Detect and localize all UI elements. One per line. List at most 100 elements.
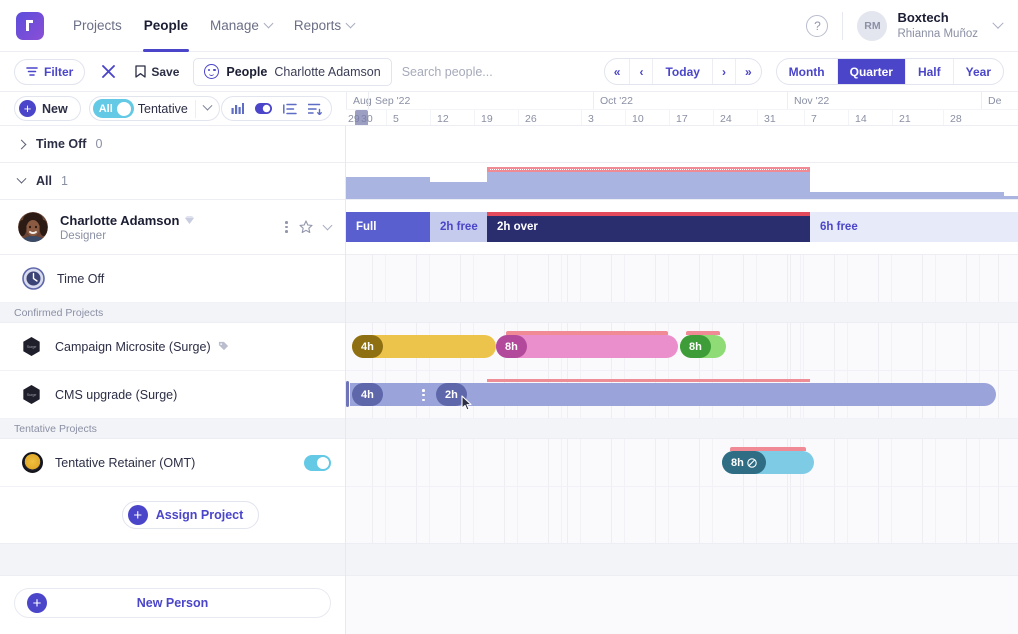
zoom-half-label: Half [917,64,941,79]
prev-button[interactable]: ‹ [630,59,654,84]
capacity-segment-free-light[interactable]: 6h free [810,212,1018,242]
filter-button[interactable]: Filter [14,58,86,85]
sort-icon[interactable] [308,103,322,115]
allocation-hours-chip: 8h [680,335,711,358]
project-name: Tentative Retainer (OMT) [55,455,196,470]
allocation-bar[interactable]: 8h [496,331,678,358]
nav-label-manage: Manage [210,18,259,33]
tentative-toggle[interactable] [304,454,331,471]
timeline-day[interactable]: 17 [669,110,688,125]
assign-project-button[interactable]: + Assign Project [121,501,260,529]
gem-icon [185,216,195,224]
save-button[interactable]: Save [135,65,179,79]
help-icon[interactable]: ? [806,14,829,37]
capacity-segment-full[interactable]: Full [346,212,430,242]
account-avatar[interactable]: RM [857,10,888,41]
scope-value: Charlotte Adamson [274,64,381,79]
timeline-day[interactable]: 19 [474,110,493,125]
row-time-off[interactable]: Time Off [0,255,345,303]
timeline-month-label: Oct '22 [600,94,633,107]
account-initials: RM [864,19,881,32]
jump-back-button[interactable]: « [605,59,631,84]
capacity-segment-over[interactable]: 2h over [487,212,810,242]
timeline-month: Sep '22 [368,92,593,109]
time-off-grid-row[interactable] [346,255,1018,303]
view-options-group [221,96,332,121]
nav-item-people[interactable]: People [133,0,199,52]
allocation-bar[interactable]: 4h [352,335,496,358]
star-icon[interactable] [299,220,313,234]
section-label-text: Confirmed Projects [14,306,104,319]
nav-item-reports[interactable]: Reports [283,0,365,52]
timeline-day[interactable]: 28 [943,110,962,125]
nav-label-reports: Reports [293,18,342,33]
chevron-down-icon[interactable] [992,17,1004,29]
timeline-month-label: Sep '22 [375,94,411,107]
allocation-bar[interactable]: 8h [722,447,814,474]
jump-forward-button[interactable]: » [736,59,761,84]
zoom-half-button[interactable]: Half [906,59,954,84]
zoom-year-button[interactable]: Year [954,59,1003,84]
more-options-icon[interactable] [285,221,288,233]
tentative-retainer-grid-row[interactable]: 8h [346,439,1018,487]
timeline-day[interactable]: 24 [713,110,732,125]
capacity-summary-bar[interactable]: Full 2h free 2h over 6h free [346,212,1018,242]
allocation-hours: 2h [445,388,458,401]
project-row-cms-upgrade[interactable]: Surge CMS upgrade (Surge) [0,371,345,419]
new-person-button[interactable]: + New Person [14,588,331,618]
more-options-icon[interactable] [422,389,425,402]
chevron-down-icon[interactable] [202,100,213,111]
allocation-hours: 8h [731,456,744,469]
nav-item-projects[interactable]: Projects [62,0,133,52]
account-info[interactable]: Boxtech Rhianna Muñoz [897,10,978,41]
time-off-label: Time Off [57,271,105,286]
timeline-day[interactable]: 5 [386,110,399,125]
toggle-switch-icon[interactable] [255,103,272,114]
scope-selector[interactable]: People Charlotte Adamson [193,57,392,86]
capacity-segment-free[interactable]: 2h free [430,212,487,242]
person-row-charlotte-adamson[interactable]: Charlotte Adamson Designer [0,200,345,255]
chevron-down-icon[interactable] [322,220,333,230]
timeline-day[interactable]: 31 [757,110,776,125]
nav-item-manage[interactable]: Manage [199,0,283,52]
bar-chart-icon[interactable] [231,102,244,115]
new-label: New [42,101,68,116]
allocation-bar[interactable]: 4h 2h [350,383,996,406]
list-icon[interactable] [283,103,297,115]
zoom-level-group: Month Quarter Half Year [775,58,1004,85]
tentative-toggle-group[interactable]: All Tentative [88,96,220,121]
zoom-month-button[interactable]: Month [777,59,838,84]
zoom-quarter-button[interactable]: Quarter [837,59,906,84]
today-button[interactable]: Today [653,59,713,84]
tag-icon[interactable] [218,341,229,352]
project-row-tentative-retainer[interactable]: Tentative Retainer (OMT) [0,439,345,487]
search-input[interactable] [401,64,582,79]
timeline-day[interactable]: 3 [581,110,594,125]
timeline-day[interactable]: 10 [625,110,644,125]
timeline-day[interactable]: 14 [848,110,867,125]
all-tentative-switch[interactable]: All [92,99,134,118]
project-row-campaign-microsite[interactable]: Surge Campaign Microsite (Surge) [0,323,345,371]
timeline-day[interactable]: 12 [430,110,449,125]
today-label: Today [665,64,700,79]
timeline-grid[interactable]: Full 2h free 2h over 6h free 4h 8h 8h 4h… [346,126,1018,634]
next-button[interactable]: › [713,59,736,84]
group-row-all[interactable]: All 1 [0,163,345,200]
timeline-day[interactable]: 7 [804,110,817,125]
row-selection-marker [346,381,349,407]
campaign-microsite-grid-row[interactable]: 4h 8h 8h [346,323,1018,371]
runn-logo[interactable] [16,11,44,40]
person-face-icon [204,64,220,79]
cms-upgrade-grid-row[interactable]: 4h 2h [346,371,1018,419]
timeline-day-label: 10 [632,112,644,125]
timeline-day[interactable]: 26 [518,110,537,125]
nav-right-cluster: ? RM Boxtech Rhianna Muñoz [806,10,1004,41]
group-row-time-off[interactable]: Time Off 0 [0,126,345,163]
clear-filter-icon[interactable] [95,59,121,85]
timeline-month: De [981,92,1018,109]
filter-label: Filter [44,64,74,79]
allocation-bar[interactable]: 8h [680,331,726,358]
timeline-day[interactable]: 21 [892,110,911,125]
timeline-day-label: 31 [764,112,776,125]
new-button[interactable]: + New [14,96,81,121]
